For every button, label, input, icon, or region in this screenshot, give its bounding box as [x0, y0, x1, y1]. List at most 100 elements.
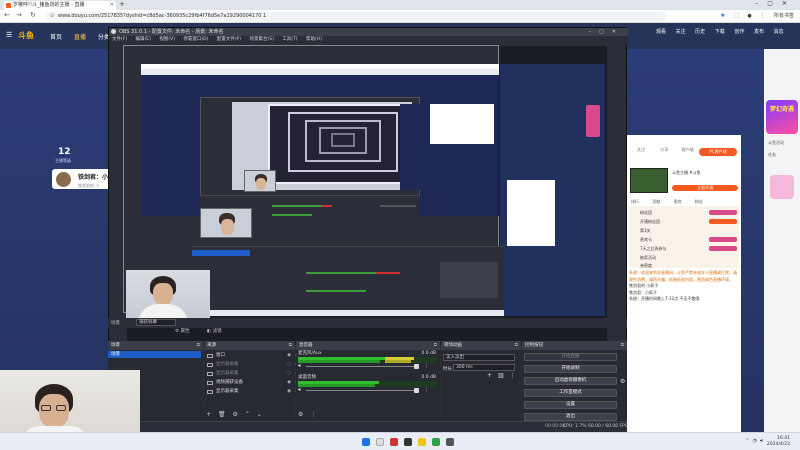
tab-contrib[interactable]: 贡献	[652, 199, 660, 204]
open-button[interactable]: 立即开通	[672, 185, 738, 191]
profile-icon[interactable]: ●	[747, 13, 751, 19]
scene-item[interactable]: 场景	[108, 351, 201, 358]
search-icon[interactable]	[376, 438, 384, 446]
menu-help[interactable]: 帮助(H)	[306, 37, 322, 42]
menu-file[interactable]: 文件(F)	[112, 37, 127, 42]
far-right-gift-icon[interactable]	[770, 175, 794, 199]
site-icon-message[interactable]: 消息	[770, 28, 788, 35]
remove-transition-icon[interactable]: ▥	[498, 372, 504, 379]
site-icon-watch[interactable]: 观看	[652, 28, 670, 35]
taskbar-app-icon[interactable]	[446, 438, 454, 446]
dock-undock-icon[interactable]: ⧉	[621, 342, 624, 350]
remove-source-icon[interactable]: 🗑︎	[218, 411, 226, 418]
add-transition-icon[interactable]: +	[487, 372, 492, 379]
taskbar-app-icon[interactable]	[390, 438, 398, 446]
menu-edit[interactable]: 编辑(E)	[136, 37, 151, 42]
dock-undock-icon[interactable]: ⧉	[197, 342, 200, 350]
visibility-eye-icon[interactable]: ◉	[287, 379, 291, 387]
pc-client-button[interactable]: PC客户端	[699, 148, 737, 156]
explorer-icon[interactable]	[418, 438, 426, 446]
source-toolbar-select[interactable]: 捕获屏幕	[136, 319, 176, 326]
fans-badge-1[interactable]	[709, 219, 737, 224]
properties-button[interactable]: ⚙ 属性	[175, 329, 197, 334]
fans-badge-0[interactable]	[709, 210, 737, 215]
channel-settings-icon[interactable]: ⋮	[424, 363, 429, 369]
site-nav-home[interactable]: 首页	[50, 34, 62, 41]
transition-menu-icon[interactable]: ⋮	[510, 372, 516, 379]
site-nav-live[interactable]: 直播	[74, 34, 86, 41]
menu-profile[interactable]: 配置文件(P)	[217, 37, 241, 42]
site-icon-history[interactable]: 历史	[691, 28, 709, 35]
source-row-2[interactable]: 显示器采集 ◌🔒︎	[206, 370, 298, 378]
bookmark-star-icon[interactable]: ★	[720, 12, 725, 19]
room-share[interactable]: 分享	[653, 147, 675, 153]
menu-tools[interactable]: 工具(T)	[282, 37, 297, 42]
close-tab-icon[interactable]: ✕	[110, 1, 114, 10]
studio-mode-button[interactable]: 工作室模式	[524, 389, 617, 397]
site-logo[interactable]: 斗鱼	[18, 30, 34, 41]
window-controls[interactable]: –▢✕	[755, 0, 796, 7]
site-icon-follow[interactable]: 关注	[672, 28, 690, 35]
fans-badge-4[interactable]	[709, 246, 737, 251]
volume-slider[interactable]: 🔊︎ ⋮	[298, 363, 438, 369]
site-icon-download[interactable]: 下载	[711, 28, 729, 35]
dock-undock-icon[interactable]: ⧉	[289, 342, 292, 350]
menu-scene-collection[interactable]: 场景集合(S)	[249, 37, 273, 42]
dock-undock-icon[interactable]: ⧉	[434, 342, 437, 350]
tab-fans[interactable]: 粉丝	[695, 199, 703, 204]
speaker-icon[interactable]: 🔊︎	[298, 363, 301, 369]
start-virtual-camera-button[interactable]: 启动虚拟摄像机	[524, 377, 617, 385]
taskbar-clock[interactable]: 16:41 2024/4/23	[767, 436, 790, 448]
tab-vip[interactable]: 贵宾	[674, 199, 682, 204]
source-row-1[interactable]: 显示器采集 ◌🔒︎	[206, 361, 298, 369]
fans-badge-3[interactable]	[709, 237, 737, 242]
add-source-icon[interactable]: +	[206, 411, 211, 418]
extension-icon[interactable]: ⬚	[734, 13, 739, 19]
visibility-eye-icon[interactable]: ◉	[287, 352, 291, 360]
speaker-icon[interactable]: 🔊︎	[298, 387, 301, 393]
far-right-task[interactable]: 任务	[768, 152, 776, 158]
visibility-eye-icon[interactable]: ◌	[287, 361, 291, 369]
exit-button[interactable]: 退出	[524, 413, 617, 421]
channel-settings-icon[interactable]: ⋮	[424, 387, 429, 393]
new-tab-icon[interactable]: +	[119, 0, 125, 8]
menu-docks[interactable]: 停靠窗口(D)	[183, 37, 208, 42]
visibility-eye-icon[interactable]: ◉	[287, 388, 291, 396]
menu-view[interactable]: 视图(V)	[159, 37, 175, 42]
transition-duration-input[interactable]: 300 ms	[453, 364, 515, 371]
back-icon[interactable]: ←	[4, 11, 10, 19]
mixer-menu-icon[interactable]: ⋮	[310, 411, 316, 418]
promo-banner[interactable]: 梦幻奇遇	[766, 100, 798, 134]
forward-icon[interactable]: →	[16, 11, 22, 19]
far-right-activity[interactable]: 斗鱼活动	[768, 140, 784, 146]
menu-icon[interactable]: ⋮	[760, 13, 765, 19]
source-row-0[interactable]: 窗口 ◉🔒︎	[206, 352, 298, 360]
address-bar[interactable]: ⊙ www.douyu.com/2517835?dyshid=c8d5ac-36…	[46, 12, 666, 21]
site-icon-publish[interactable]: 发布	[750, 28, 768, 35]
anchor-card[interactable]: 铁剑君：小 铁剑君的 小	[52, 169, 116, 189]
tab-rank[interactable]: 排行	[631, 199, 639, 204]
start-recording-button[interactable]: 开始录制	[524, 365, 617, 373]
system-tray[interactable]: ⌃◔🔊︎	[745, 438, 766, 444]
room-follow[interactable]: 关注	[630, 147, 652, 153]
volume-slider[interactable]: 🔊︎ ⋮	[298, 387, 438, 393]
source-row-3[interactable]: 视频捕获设备 ◉🔒︎	[206, 379, 298, 387]
bookmarks-label[interactable]: 所有书签	[774, 13, 794, 19]
obs-taskbar-icon[interactable]	[404, 438, 412, 446]
chrome-icon[interactable]	[432, 438, 440, 446]
site-icon-create[interactable]: 创作	[730, 28, 748, 35]
obs-window-controls[interactable]: –▢✕	[589, 28, 624, 36]
virtual-camera-settings-icon[interactable]: ⚙	[620, 378, 625, 385]
start-menu-icon[interactable]	[362, 438, 370, 446]
source-props-icon[interactable]: ⚙	[233, 411, 238, 418]
dock-undock-icon[interactable]: ⧉	[515, 342, 518, 350]
start-streaming-button[interactable]: 开始直播	[524, 353, 617, 361]
transition-select[interactable]: 淡入淡出	[443, 354, 515, 361]
room-client[interactable]: 客户端	[677, 147, 699, 153]
mixer-settings-icon[interactable]: ⚙	[298, 411, 303, 418]
browser-tab[interactable]: 岁嗷呼!!斗_猪鱼烧的主播 - 直播 ✕	[4, 1, 116, 10]
source-row-4[interactable]: 显示器采集 ◉🔒︎	[206, 388, 298, 396]
move-up-icon[interactable]: ⌃	[245, 411, 250, 418]
move-down-icon[interactable]: ⌄	[257, 411, 262, 418]
hamburger-icon[interactable]: ☰	[6, 31, 12, 39]
